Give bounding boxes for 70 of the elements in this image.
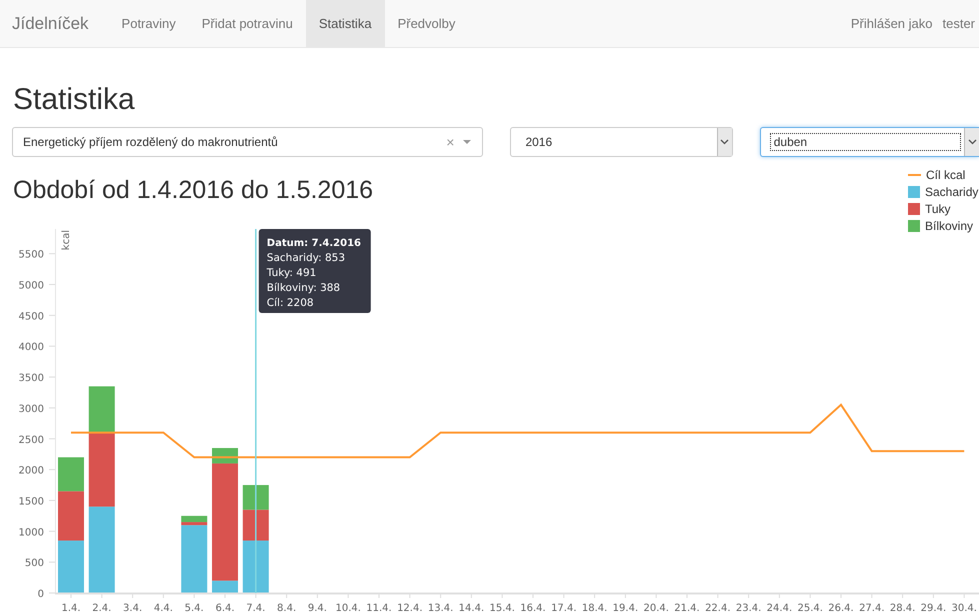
user-menu-link[interactable]: tester (942, 16, 975, 31)
x-tick-label: 17.4. (551, 603, 577, 613)
x-tick-label: 16.4. (520, 603, 546, 613)
nav-tab[interactable]: Potraviny (108, 0, 189, 47)
x-tick-label: 14.4. (458, 603, 484, 613)
x-tick-label: 19.4. (612, 603, 638, 613)
x-tick-label: 18.4. (582, 603, 608, 613)
tooltip-line: Bílkoviny: 388 (266, 282, 340, 294)
legend-label: Sacharidy (925, 184, 978, 198)
x-tick-label: 3.4. (123, 603, 142, 613)
login-text: Přihlášen jako (850, 16, 932, 31)
x-tick-label: 29.4. (920, 603, 946, 613)
y-tick-label: 500 (24, 558, 44, 570)
x-tick-label: 7.4. (246, 603, 266, 613)
x-tick-label: 11.4. (366, 603, 392, 613)
tooltip-line: Cíl: 2208 (266, 297, 314, 309)
year-select[interactable]: 2016 (510, 127, 733, 157)
report-select[interactable]: Energetický příjem rozdělený do makronutrientů × (12, 127, 484, 157)
x-tick-label: 22.4. (705, 603, 731, 613)
period-heading: Období od 1.4.2016 do 1.5.2016 (13, 175, 374, 206)
x-tick-label: 12.4. (397, 603, 423, 613)
x-tick-label: 21.4. (674, 603, 700, 613)
y-tick-label: 1500 (18, 496, 44, 508)
nav-tab[interactable]: Přidat potravinu (188, 0, 306, 47)
caret-icon (462, 139, 472, 145)
chevron-icon (720, 139, 730, 145)
y-tick-label: 3500 (18, 373, 44, 384)
x-tick-label: 1.4. (61, 603, 81, 613)
y-tick-label: 1000 (18, 527, 44, 538)
x-tick-label: 25.4. (797, 603, 823, 613)
axis-title: kcal (61, 230, 72, 250)
legend-label: Tuky (925, 202, 951, 216)
dropdown-button[interactable] (964, 128, 979, 156)
x-tick-label: 2.4. (92, 603, 112, 613)
y-tick-label: 5500 (18, 250, 44, 261)
x-tick-label: 4.4. (154, 603, 173, 613)
x-tick-label: 5.4. (184, 603, 204, 613)
legend-label: Bílkoviny (925, 218, 974, 232)
y-tick-label: 3000 (18, 404, 44, 415)
page-title: Statistika (13, 83, 136, 117)
y-tick-label: 4500 (18, 311, 44, 322)
tooltip-line: Tuky: 491 (266, 267, 316, 279)
chevron-icon (968, 139, 976, 145)
tooltip-line: Sacharidy: 853 (266, 252, 346, 264)
x-tick-label: 26.4. (828, 603, 854, 613)
x-tick-label: 8.4. (277, 603, 296, 613)
brand-link[interactable]: Jídelníček (0, 14, 101, 34)
x-tick-label: 15.4. (489, 603, 515, 613)
x-tick-label: 30.4. (951, 603, 977, 613)
y-tick-label: 4000 (18, 342, 44, 354)
month-select[interactable]: duben (760, 127, 979, 157)
y-tick-label: 2500 (18, 434, 44, 446)
x-tick-label: 10.4. (335, 603, 361, 613)
x-tick-label: 20.4. (643, 603, 669, 613)
y-tick-label: 0 (38, 589, 44, 600)
nav-tab[interactable]: Předvolby (384, 0, 468, 47)
x-tick-label: 27.4. (859, 603, 885, 613)
y-tick-label: 5000 (18, 280, 44, 292)
dropdown-button[interactable] (716, 128, 732, 156)
x-tick-label: 24.4. (766, 603, 792, 613)
x-tick-label: 9.4. (308, 603, 327, 613)
x-tick-label: 28.4. (890, 603, 916, 613)
y-tick-label: 2000 (18, 466, 44, 477)
nav-tab[interactable]: Statistika (306, 0, 385, 47)
clear-icon[interactable]: × (446, 134, 454, 150)
x-tick-label: 6.4. (215, 603, 235, 613)
legend-label: Cíl kcal (926, 168, 966, 182)
x-tick-label: 13.4. (428, 603, 454, 613)
x-tick-label: 23.4. (736, 603, 762, 613)
tooltip-title: Datum: 7.4.2016 (266, 238, 361, 249)
